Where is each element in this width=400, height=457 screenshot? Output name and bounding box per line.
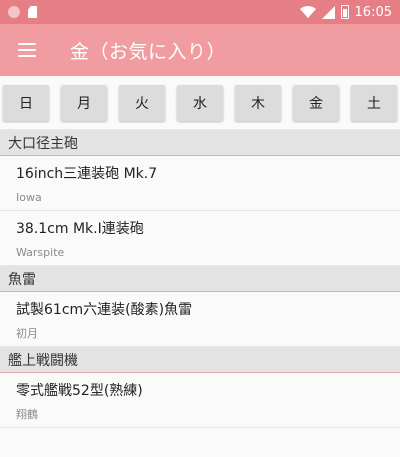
ship-name: Warspite — [16, 246, 65, 259]
status-bar: 16:05 — [0, 0, 400, 24]
day-button-sunday[interactable]: 日 — [3, 84, 49, 121]
equipment-name: 38.1cm Mk.I連装砲 — [16, 221, 144, 237]
ship-name: 翔鶴 — [16, 408, 38, 421]
page-title: 金（お気に入り） — [70, 40, 227, 63]
wifi-icon — [299, 6, 316, 18]
equipment-name: 零式艦戦52型(熟練) — [16, 383, 143, 399]
day-button-wednesday[interactable]: 水 — [177, 84, 223, 121]
list-item[interactable]: 試製61cm六連装(酸素)魚雷 初月 — [0, 292, 400, 347]
day-button-friday[interactable]: 金 — [293, 84, 339, 121]
list-item[interactable]: 38.1cm Mk.I連装砲 Warspite — [0, 211, 400, 266]
status-left — [8, 6, 37, 18]
menu-icon[interactable] — [18, 43, 36, 57]
section-header: 魚雷 — [0, 266, 400, 292]
menu-icon-line — [18, 49, 36, 51]
day-button-tuesday[interactable]: 火 — [119, 84, 165, 121]
battery-icon — [340, 5, 349, 19]
equipment-list: 大口径主砲 16inch三連装砲 Mk.7 Iowa 38.1cm Mk.I連装… — [0, 130, 400, 428]
menu-icon-line — [18, 43, 36, 45]
status-right: 16:05 — [299, 4, 392, 20]
day-button-saturday[interactable]: 土 — [351, 84, 397, 121]
day-button-thursday[interactable]: 木 — [235, 84, 281, 121]
ship-name: 初月 — [16, 327, 38, 340]
section-header: 大口径主砲 — [0, 130, 400, 156]
day-selector: 日 月 火 水 木 金 土 — [0, 76, 400, 130]
menu-icon-line — [18, 55, 36, 57]
list-item[interactable]: 16inch三連装砲 Mk.7 Iowa — [0, 156, 400, 211]
section-header: 艦上戦闘機 — [0, 347, 400, 373]
notification-circle-icon — [8, 6, 20, 18]
sd-card-icon — [28, 6, 37, 18]
day-button-monday[interactable]: 月 — [61, 84, 107, 121]
equipment-name: 試製61cm六連装(酸素)魚雷 — [16, 302, 193, 318]
status-time: 16:05 — [354, 4, 392, 20]
signal-icon — [321, 5, 335, 19]
list-item[interactable]: 零式艦戦52型(熟練) 翔鶴 — [0, 373, 400, 428]
app-bar: 金（お気に入り） — [0, 24, 400, 76]
equipment-name: 16inch三連装砲 Mk.7 — [16, 166, 158, 182]
ship-name: Iowa — [16, 191, 42, 204]
